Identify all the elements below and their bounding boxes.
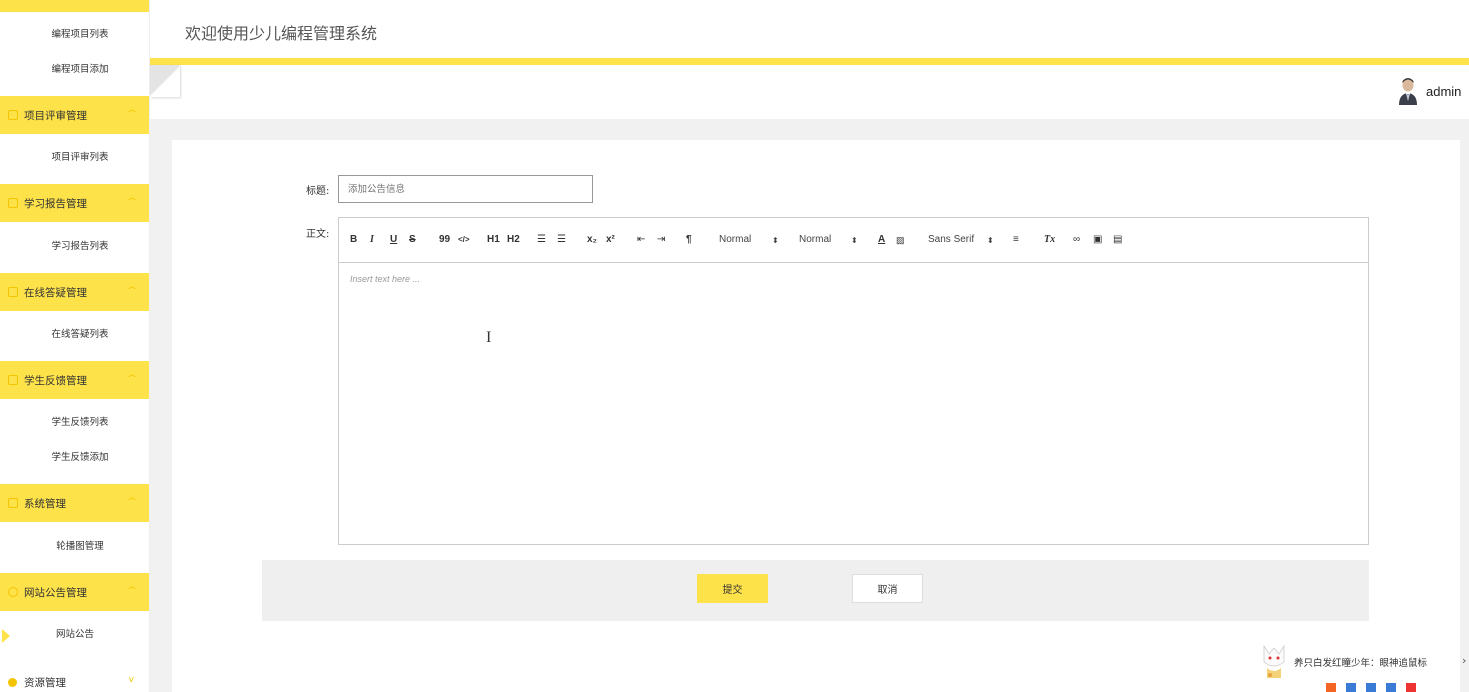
sidebar-group-label: 资源管理 [24,676,66,689]
sidebar-group-label: 学习报告管理 [24,197,87,210]
app-icon[interactable] [1406,683,1416,692]
character-mascot-icon[interactable] [1260,642,1288,682]
italic-button[interactable]: I [370,234,374,246]
music-title: 养只白发红瞳少年：眼神追鼠标 [1294,658,1428,669]
video-icon[interactable]: ▤ [1113,234,1122,246]
sidebar-item-project-add[interactable]: 编程项目添加 [0,55,149,85]
sidebar-item-notice[interactable]: 网站公告 [0,620,149,650]
header-accent-line [150,58,1469,65]
chevron-down-icon: v [128,675,134,685]
form-action-bar: 提交 取消 [262,560,1369,621]
underline-button[interactable]: U [390,234,397,246]
text-color-icon[interactable]: A [878,234,885,246]
superscript-icon[interactable]: x² [606,234,615,246]
header-select[interactable]: Normal [719,234,751,246]
sidebar-group-label: 项目评审管理 [24,109,87,122]
sidebar-item-project-list[interactable]: 编程项目列表 [0,20,149,50]
sidebar-item-report-list[interactable]: 学习报告列表 [0,232,149,262]
body-label: 正文: [306,229,330,240]
font-select[interactable]: Sans Serif [928,234,974,246]
sidebar-group-header-partial[interactable] [0,0,149,12]
chevron-up-icon: ^ [126,586,138,596]
sidebar-item-feedback-add[interactable]: 学生反馈添加 [0,443,149,473]
sidebar-group-review[interactable]: 项目评审管理 ^ [0,96,149,134]
folder-icon [8,375,18,385]
sidebar-item-qa-list[interactable]: 在线答疑列表 [0,320,149,350]
strike-button[interactable]: S [409,234,416,246]
sidebar-item-feedback-list[interactable]: 学生反馈列表 [0,408,149,438]
sidebar-group-feedback[interactable]: 学生反馈管理 ^ [0,361,149,399]
app-icon[interactable] [1346,683,1356,692]
sidebar-item-review-list[interactable]: 项目评审列表 [0,143,149,173]
location-icon [8,677,17,687]
info-icon [8,587,18,597]
sidebar-group-label: 网站公告管理 [24,586,87,599]
chevron-updown-icon: ⬍ [851,236,858,245]
size-select[interactable]: Normal [799,234,831,246]
rich-text-editor: B I U S 99 </> H1 H2 ☰ ☰ x₂ x² ⇤ ⇥ ¶ Nor… [338,217,1369,545]
background-color-icon[interactable]: ▨ [896,234,905,246]
title-input[interactable] [338,175,593,203]
editor-toolbar: B I U S 99 </> H1 H2 ☰ ☰ x₂ x² ⇤ ⇥ ¶ Nor… [339,218,1368,263]
chevron-up-icon: ^ [126,286,138,296]
sidebar-group-label: 学生反馈管理 [24,374,87,387]
subscript-icon[interactable]: x₂ [587,234,597,246]
sidebar-group-system[interactable]: 系统管理 ^ [0,484,149,522]
chevron-up-icon: ^ [126,109,138,119]
app-icon[interactable] [1326,683,1336,692]
sidebar-group-notice[interactable]: 网站公告管理 ^ [0,573,149,611]
settings-icon [8,498,18,508]
header1-button[interactable]: H1 [487,234,500,246]
collapse-toggle[interactable] [150,65,180,97]
top-header: 欢迎使用少儿编程管理系统 [150,0,1469,58]
editor-content[interactable]: Insert text here ... I [339,264,1368,544]
text-direction-icon[interactable]: ¶ [686,234,692,246]
site-title: 欢迎使用少儿编程管理系统 [185,24,378,43]
text-cursor-icon: I [486,329,492,346]
ordered-list-icon[interactable]: ☰ [537,234,546,246]
clear-format-icon[interactable]: Tx [1044,234,1055,246]
sidebar-group-qa[interactable]: 在线答疑管理 ^ [0,273,149,311]
code-block-button[interactable]: </> [458,234,470,246]
indent-decrease-icon[interactable]: ⇤ [637,234,645,246]
user-name[interactable]: admin [1426,84,1461,99]
indent-increase-icon[interactable]: ⇥ [657,234,665,246]
editor-placeholder: Insert text here ... [350,274,421,284]
chevron-up-icon: ^ [126,374,138,384]
align-icon[interactable]: ≡ [1013,234,1019,246]
sidebar-item-carousel[interactable]: 轮播图管理 [0,532,149,562]
app-icon[interactable] [1386,683,1396,692]
submit-button[interactable]: 提交 [697,574,768,603]
app-icon[interactable] [1366,683,1376,692]
folder-icon [8,287,18,297]
header2-button[interactable]: H2 [507,234,520,246]
sidebar-group-label: 在线答疑管理 [24,286,87,299]
title-label: 标题: [306,186,330,197]
bold-button[interactable]: B [350,234,357,246]
cancel-button[interactable]: 取消 [852,574,923,603]
chevron-up-icon: ^ [126,497,138,507]
toolbar-strip [1326,683,1469,692]
user-bar: admin [150,65,1469,119]
chevron-right-icon[interactable]: › [1462,654,1466,667]
chevron-up-icon: ^ [126,197,138,207]
sidebar-group-label: 系统管理 [24,497,66,510]
chevron-updown-icon: ⬍ [772,236,779,245]
chevron-updown-icon: ⬍ [987,236,994,245]
folder-icon [8,198,18,208]
music-widget: 养只白发红瞳少年：眼神追鼠标 › [1256,642,1469,682]
folder-icon [8,110,18,120]
sidebar-group-report[interactable]: 学习报告管理 ^ [0,184,149,222]
image-icon[interactable]: ▣ [1093,234,1102,246]
sidebar-group-resource[interactable]: 资源管理 v [0,672,149,692]
blockquote-button[interactable]: 99 [439,234,450,246]
bullet-list-icon[interactable]: ☰ [557,234,566,246]
sidebar: 编程项目列表 编程项目添加 项目评审管理 ^ 项目评审列表 学习报告管理 ^ 学… [0,0,150,692]
avatar[interactable] [1398,77,1418,105]
link-icon[interactable]: ∞ [1073,234,1080,246]
